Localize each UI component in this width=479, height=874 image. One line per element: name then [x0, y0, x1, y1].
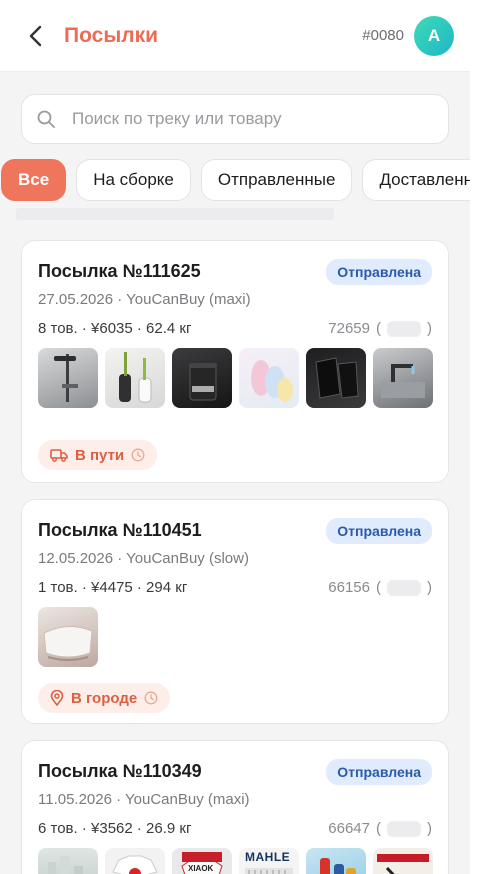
header-right: #0080 A — [362, 15, 454, 56]
delivery-status: В городе — [38, 683, 171, 713]
filter-chip-delivered[interactable]: Доставленные — [362, 159, 470, 201]
hidden-track-suffix — [387, 820, 421, 837]
status-badge: Отправлена — [326, 518, 432, 544]
product-thumb-mahle-filter[interactable]: MAHLE — [239, 848, 299, 874]
delivery-status-text: В пути — [75, 446, 125, 464]
parcel-thumbnails — [38, 607, 432, 667]
thumb-label-xiaok: XIAOK — [188, 864, 214, 873]
clock-icon — [131, 448, 145, 462]
product-thumb-bathroom-bin[interactable] — [172, 348, 232, 408]
product-thumb-tshirt-red[interactable]: XIAOK — [172, 848, 232, 874]
search-input[interactable] — [72, 109, 412, 129]
track-number-text: 66156 — [328, 579, 370, 596]
product-thumb-city-print[interactable] — [38, 848, 98, 874]
parcel-thumbnails — [38, 348, 433, 408]
track-number: 66647 () — [328, 820, 432, 837]
parcel-stats: 1 тов. · ¥4475 · 294 кг — [38, 579, 188, 596]
parcel-card[interactable]: Посылка №110451 Отправлена 12.05.2026 · … — [21, 499, 449, 724]
product-thumb-tshirt-white[interactable] — [105, 848, 165, 874]
truck-icon — [50, 449, 68, 462]
clock-icon — [144, 691, 158, 705]
page-title: Посылки — [64, 23, 159, 47]
track-number-text: 66647 — [328, 820, 370, 837]
hidden-track-suffix — [387, 579, 421, 596]
top-bar: Посылки #0080 A — [0, 0, 470, 72]
product-thumb-socks-pack[interactable] — [239, 348, 299, 408]
parcel-title: Посылка №111625 — [38, 261, 201, 281]
parcel-card[interactable]: Посылка №111625 Отправлена 27.05.2026 · … — [21, 240, 449, 483]
filter-chip-sent[interactable]: Отправленные — [200, 159, 353, 201]
parcel-subtitle: 12.05.2026 · YouCanBuy (slow) — [38, 550, 249, 567]
parcel-subtitle: 27.05.2026 · YouCanBuy (maxi) — [38, 291, 251, 308]
filter-chip-all[interactable]: Все — [1, 159, 67, 201]
filter-chip-assembly[interactable]: На сборке — [76, 159, 191, 201]
parcel-thumbnails: XIAOK MAHLE — [38, 848, 433, 874]
parcel-card[interactable]: Посылка №110349 Отправлена 11.05.2026 · … — [21, 740, 449, 874]
thumb-label-mahle: MAHLE — [245, 850, 291, 864]
product-thumb-bottles[interactable] — [306, 848, 366, 874]
parcel-subtitle: 11.05.2026 · YouCanBuy (maxi) — [38, 791, 250, 808]
back-button[interactable] — [22, 22, 50, 50]
search-icon — [37, 110, 55, 128]
parcel-title: Посылка №110451 — [38, 520, 202, 540]
hidden-track-suffix — [387, 320, 421, 337]
app-root: Посылки #0080 A Все На сборке Отправленн… — [0, 0, 470, 874]
track-number: 72659 () — [328, 320, 432, 337]
page-scrollbar[interactable] — [470, 0, 479, 874]
delivery-status-text: В городе — [71, 689, 138, 707]
chips-scrollbar[interactable] — [16, 208, 334, 220]
product-thumb-faucet[interactable] — [373, 348, 433, 408]
user-id: #0080 — [362, 27, 404, 44]
avatar[interactable]: A — [414, 15, 454, 56]
product-thumb-bathtub[interactable] — [38, 607, 98, 667]
delivery-status: В пути — [38, 440, 158, 470]
filter-chips: Все На сборке Отправленные Доставленные — [1, 159, 470, 201]
product-thumb-car-mats[interactable] — [306, 348, 366, 408]
product-thumb-toilet-brush[interactable] — [105, 348, 165, 408]
parcel-title: Посылка №110349 — [38, 761, 202, 781]
track-number-text: 72659 — [328, 320, 370, 337]
parcel-stats: 8 тов. · ¥6035 · 62.4 кг — [38, 320, 192, 337]
product-thumb-shower-set[interactable] — [38, 348, 98, 408]
parcel-stats: 6 тов. · ¥3562 · 26.9 кг — [38, 820, 192, 837]
search-box[interactable] — [21, 94, 449, 144]
product-thumb-poster[interactable] — [373, 848, 433, 874]
status-badge: Отправлена — [326, 759, 432, 785]
pin-icon — [50, 690, 64, 706]
status-badge: Отправлена — [326, 259, 432, 285]
track-number: 66156 () — [328, 579, 432, 596]
chevron-left-icon — [29, 25, 42, 46]
